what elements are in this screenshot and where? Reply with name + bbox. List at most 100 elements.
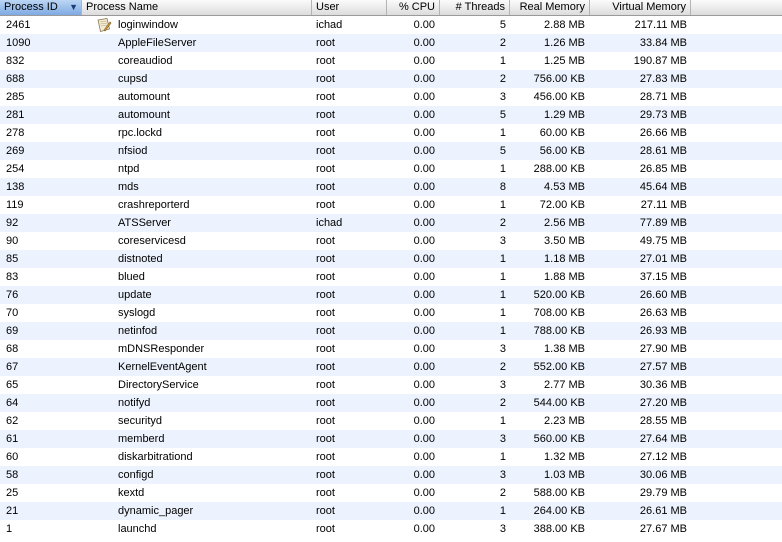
cell-user: root bbox=[316, 469, 335, 481]
table-row[interactable]: 25 kextd root 0.00 2 588.00 KB 29.79 MB bbox=[0, 484, 782, 502]
cell-real-memory: 3.50 MB bbox=[544, 235, 585, 247]
cell-cpu: 0.00 bbox=[413, 451, 435, 463]
table-row[interactable]: 2461 loginwindow ichad 0.00 5 2.88 MB 217.11 M… bbox=[0, 16, 782, 34]
cell-virtual-memory: 27.57 MB bbox=[639, 361, 687, 373]
cell-real-memory: 2.56 MB bbox=[544, 217, 585, 229]
cell-process-name: coreaudiod bbox=[118, 55, 173, 67]
cell-virtual-memory: 190.87 MB bbox=[633, 55, 687, 67]
cell-process-id: 119 bbox=[6, 199, 24, 211]
cell-process-id: 21 bbox=[6, 505, 19, 517]
cell-cpu: 0.00 bbox=[413, 379, 435, 391]
cell-process-name: ntpd bbox=[118, 163, 140, 175]
cell-cpu: 0.00 bbox=[413, 55, 435, 67]
table-row[interactable]: 67 KernelEventAgent root 0.00 2 552.00 KB 27.5… bbox=[0, 358, 782, 376]
cell-threads: 3 bbox=[499, 433, 506, 445]
table-row[interactable]: 68 mDNSResponder root 0.00 3 1.38 MB 27.90 MB bbox=[0, 340, 782, 358]
cell-virtual-memory: 33.84 MB bbox=[639, 37, 687, 49]
column-header-process-id[interactable]: Process ID ▼ bbox=[0, 0, 82, 15]
column-header-process-name[interactable]: Process Name bbox=[82, 0, 312, 15]
table-row[interactable]: 1 launchd root 0.00 3 388.00 KB 27.67 MB bbox=[0, 520, 782, 538]
cell-process-name: AppleFileServer bbox=[118, 37, 197, 49]
table-row[interactable]: 76 update root 0.00 1 520.00 KB 26.60 MB bbox=[0, 286, 782, 304]
cell-real-memory: 788.00 KB bbox=[533, 325, 585, 337]
column-header-virtual-memory[interactable]: Virtual Memory bbox=[590, 0, 691, 15]
cell-threads: 3 bbox=[499, 91, 506, 103]
table-row[interactable]: 1090 AppleFileServer root 0.00 2 1.26 MB 33.84… bbox=[0, 34, 782, 52]
cell-process-id: 138 bbox=[6, 181, 25, 193]
cell-process-name: securityd bbox=[118, 415, 163, 427]
cell-threads: 1 bbox=[499, 307, 506, 319]
table-row[interactable]: 281 automount root 0.00 5 1.29 MB 29.73 MB bbox=[0, 106, 782, 124]
table-row[interactable]: 269 nfsiod root 0.00 5 56.00 KB 28.61 MB bbox=[0, 142, 782, 160]
cell-cpu: 0.00 bbox=[413, 361, 435, 373]
table-row[interactable]: 85 distnoted root 0.00 1 1.18 MB 27.01 MB bbox=[0, 250, 782, 268]
table-row[interactable]: 83 blued root 0.00 1 1.88 MB 37.15 MB bbox=[0, 268, 782, 286]
cell-process-id: 1090 bbox=[6, 37, 31, 49]
table-row[interactable]: 90 coreservicesd root 0.00 3 3.50 MB 49.75 MB bbox=[0, 232, 782, 250]
table-row[interactable]: 64 notifyd root 0.00 2 544.00 KB 27.20 MB bbox=[0, 394, 782, 412]
cell-process-name: KernelEventAgent bbox=[118, 361, 207, 373]
cell-real-memory: 708.00 KB bbox=[533, 307, 585, 319]
column-header-cpu[interactable]: % CPU bbox=[387, 0, 440, 15]
table-header: Process ID ▼ Process Name User % CPU # T… bbox=[0, 0, 782, 16]
cell-real-memory: 1.38 MB bbox=[544, 343, 585, 355]
cell-virtual-memory: 77.89 MB bbox=[639, 217, 687, 229]
cell-threads: 2 bbox=[499, 37, 506, 49]
cell-threads: 1 bbox=[499, 55, 506, 67]
cell-process-name: netinfod bbox=[118, 325, 158, 337]
cell-process-name: dynamic_pager bbox=[118, 505, 194, 517]
cell-virtual-memory: 28.71 MB bbox=[639, 91, 687, 103]
cell-cpu: 0.00 bbox=[413, 37, 435, 49]
table-row[interactable]: 92 ATSServer ichad 0.00 2 2.56 MB 77.89 MB bbox=[0, 214, 782, 232]
table-row[interactable]: 138 mds root 0.00 8 4.53 MB 45.64 MB bbox=[0, 178, 782, 196]
cell-real-memory: 2.23 MB bbox=[544, 415, 585, 427]
cell-virtual-memory: 27.67 MB bbox=[639, 523, 687, 535]
cell-virtual-memory: 28.61 MB bbox=[639, 145, 687, 157]
column-header-label: # Threads bbox=[455, 1, 505, 13]
cell-threads: 1 bbox=[499, 253, 506, 265]
cell-process-name: loginwindow bbox=[118, 19, 178, 31]
cell-cpu: 0.00 bbox=[413, 397, 435, 409]
table-row[interactable]: 285 automount root 0.00 3 456.00 KB 28.71 MB bbox=[0, 88, 782, 106]
cell-virtual-memory: 26.66 MB bbox=[639, 127, 687, 139]
table-row[interactable]: 278 rpc.lockd root 0.00 1 60.00 KB 26.66 MB bbox=[0, 124, 782, 142]
table-row[interactable]: 61 memberd root 0.00 3 560.00 KB 27.64 MB bbox=[0, 430, 782, 448]
table-row[interactable]: 119 crashreporterd root 0.00 1 72.00 KB 27.11 … bbox=[0, 196, 782, 214]
process-table: Process ID ▼ Process Name User % CPU # T… bbox=[0, 0, 782, 542]
table-row[interactable]: 60 diskarbitrationd root 0.00 1 1.32 MB 27.12 … bbox=[0, 448, 782, 466]
table-row[interactable]: 254 ntpd root 0.00 1 288.00 KB 26.85 MB bbox=[0, 160, 782, 178]
cell-threads: 2 bbox=[499, 217, 506, 229]
cell-process-id: 58 bbox=[6, 469, 19, 481]
column-header-real-memory[interactable]: Real Memory bbox=[510, 0, 590, 15]
cell-real-memory: 56.00 KB bbox=[539, 145, 585, 157]
cell-process-name: kextd bbox=[118, 487, 145, 499]
table-row[interactable]: 65 DirectoryService root 0.00 3 2.77 MB 30.36 … bbox=[0, 376, 782, 394]
cell-real-memory: 1.29 MB bbox=[544, 109, 585, 121]
table-row[interactable]: 58 configd root 0.00 3 1.03 MB 30.06 MB bbox=[0, 466, 782, 484]
cell-cpu: 0.00 bbox=[413, 289, 435, 301]
cell-cpu: 0.00 bbox=[413, 235, 435, 247]
table-row[interactable]: 832 coreaudiod root 0.00 1 1.25 MB 190.87 MB bbox=[0, 52, 782, 70]
table-row[interactable]: 21 dynamic_pager root 0.00 1 264.00 KB 26.61 M… bbox=[0, 502, 782, 520]
cell-process-id: 61 bbox=[6, 433, 19, 445]
cell-threads: 1 bbox=[499, 505, 506, 517]
cell-threads: 1 bbox=[499, 451, 506, 463]
table-row[interactable]: 62 securityd root 0.00 1 2.23 MB 28.55 MB bbox=[0, 412, 782, 430]
cell-threads: 3 bbox=[499, 523, 506, 535]
table-row[interactable]: 70 syslogd root 0.00 1 708.00 KB 26.63 MB bbox=[0, 304, 782, 322]
cell-cpu: 0.00 bbox=[413, 181, 435, 193]
cell-virtual-memory: 29.79 MB bbox=[639, 487, 687, 499]
cell-real-memory: 560.00 KB bbox=[533, 433, 585, 445]
cell-real-memory: 1.32 MB bbox=[544, 451, 585, 463]
cell-cpu: 0.00 bbox=[413, 163, 435, 175]
column-header-threads[interactable]: # Threads bbox=[440, 0, 510, 15]
table-row[interactable]: 69 netinfod root 0.00 1 788.00 KB 26.93 MB bbox=[0, 322, 782, 340]
cell-process-id: 278 bbox=[6, 127, 25, 139]
table-row[interactable]: 688 cupsd root 0.00 2 756.00 KB 27.83 MB bbox=[0, 70, 782, 88]
cell-user: root bbox=[316, 505, 335, 517]
cell-user: root bbox=[316, 37, 335, 49]
column-header-user[interactable]: User bbox=[312, 0, 387, 15]
cell-cpu: 0.00 bbox=[413, 415, 435, 427]
cell-virtual-memory: 27.83 MB bbox=[639, 73, 687, 85]
cell-cpu: 0.00 bbox=[413, 19, 435, 31]
